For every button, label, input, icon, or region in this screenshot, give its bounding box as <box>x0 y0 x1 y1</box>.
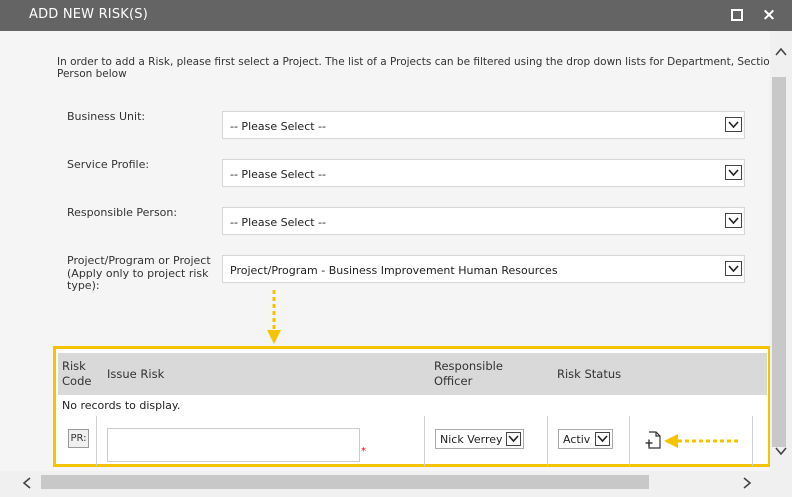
project-label-line-3: type): <box>67 279 100 292</box>
column-header-responsible-officer[interactable]: Responsible Officer <box>434 359 503 389</box>
chevron-down-icon[interactable] <box>774 444 788 458</box>
close-icon: × <box>761 5 777 25</box>
risk-code-header-line-2: Code <box>62 374 92 388</box>
no-records-message: No records to display. <box>62 399 181 412</box>
chevron-right-icon[interactable] <box>740 476 754 490</box>
cell-divider <box>96 416 97 466</box>
issue-risk-input[interactable] <box>107 428 360 462</box>
project-select[interactable]: Project/Program - Business Improvement H… <box>222 255 745 283</box>
responsible-officer-header-line-2: Officer <box>434 374 473 388</box>
chevron-down-icon[interactable] <box>725 117 742 132</box>
risk-status-select[interactable]: Activ <box>558 429 613 449</box>
required-marker: * <box>361 446 366 457</box>
intro-line-2: Person below <box>57 68 127 80</box>
dialog-title: ADD NEW RISK(S) <box>29 7 149 22</box>
column-header-issue-risk[interactable]: Issue Risk <box>107 367 164 382</box>
responsible-officer-header-line-1: Responsible <box>434 359 503 373</box>
add-risk-dialog: ADD NEW RISK(S) × In order to add a Risk… <box>0 0 792 497</box>
business-unit-label: Business Unit: <box>67 110 146 123</box>
chevron-down-icon[interactable] <box>725 213 742 228</box>
vertical-scroll-thumb[interactable] <box>772 77 786 447</box>
chevron-down-icon[interactable] <box>595 432 610 446</box>
responsible-officer-value: Nick Verrey <box>440 433 503 446</box>
project-value: Project/Program - Business Improvement H… <box>230 264 558 277</box>
maximize-button[interactable] <box>725 3 749 27</box>
responsible-officer-select[interactable]: Nick Verrey <box>435 429 524 449</box>
annotation-arrow-left-icon <box>664 434 738 448</box>
service-profile-label: Service Profile: <box>67 158 150 171</box>
horizontal-scrollbar[interactable] <box>0 471 792 497</box>
new-document-icon[interactable] <box>645 431 661 449</box>
project-label-line-1: Project/Program or Project <box>67 254 211 267</box>
responsible-person-value: -- Please Select -- <box>230 216 326 229</box>
risk-grid-header <box>58 353 767 395</box>
risk-code-input[interactable]: PR: <box>68 429 89 448</box>
chevron-down-icon[interactable] <box>725 261 742 276</box>
cell-divider <box>629 416 630 466</box>
dialog-titlebar: ADD NEW RISK(S) × <box>0 0 792 31</box>
horizontal-scroll-thumb[interactable] <box>41 475 649 489</box>
project-label: Project/Program or Project (Apply only t… <box>67 254 211 293</box>
service-profile-value: -- Please Select -- <box>230 168 326 181</box>
maximize-icon <box>731 9 743 21</box>
responsible-person-select[interactable]: -- Please Select -- <box>222 207 745 235</box>
intro-text: In order to add a Risk, please first sel… <box>57 56 770 80</box>
chevron-left-icon[interactable] <box>20 476 34 490</box>
cell-divider <box>752 416 753 466</box>
risk-code-header-line-1: Risk <box>62 359 86 373</box>
chevron-up-icon[interactable] <box>774 45 788 59</box>
business-unit-value: -- Please Select -- <box>230 120 326 133</box>
vertical-scrollbar[interactable] <box>770 31 792 471</box>
intro-line-1: In order to add a Risk, please first sel… <box>57 56 770 68</box>
risk-status-value: Activ <box>563 433 591 446</box>
annotation-arrow-down-icon <box>267 290 281 344</box>
responsible-person-label: Responsible Person: <box>67 206 178 219</box>
service-profile-select[interactable]: -- Please Select -- <box>222 159 745 187</box>
column-header-risk-status[interactable]: Risk Status <box>557 367 621 382</box>
column-header-risk-code[interactable]: Risk Code <box>62 359 91 389</box>
cell-divider <box>424 416 425 466</box>
business-unit-select[interactable]: -- Please Select -- <box>222 111 745 139</box>
cell-divider <box>547 416 548 466</box>
close-button[interactable]: × <box>757 3 781 27</box>
chevron-down-icon[interactable] <box>725 165 742 180</box>
chevron-down-icon[interactable] <box>506 432 521 446</box>
